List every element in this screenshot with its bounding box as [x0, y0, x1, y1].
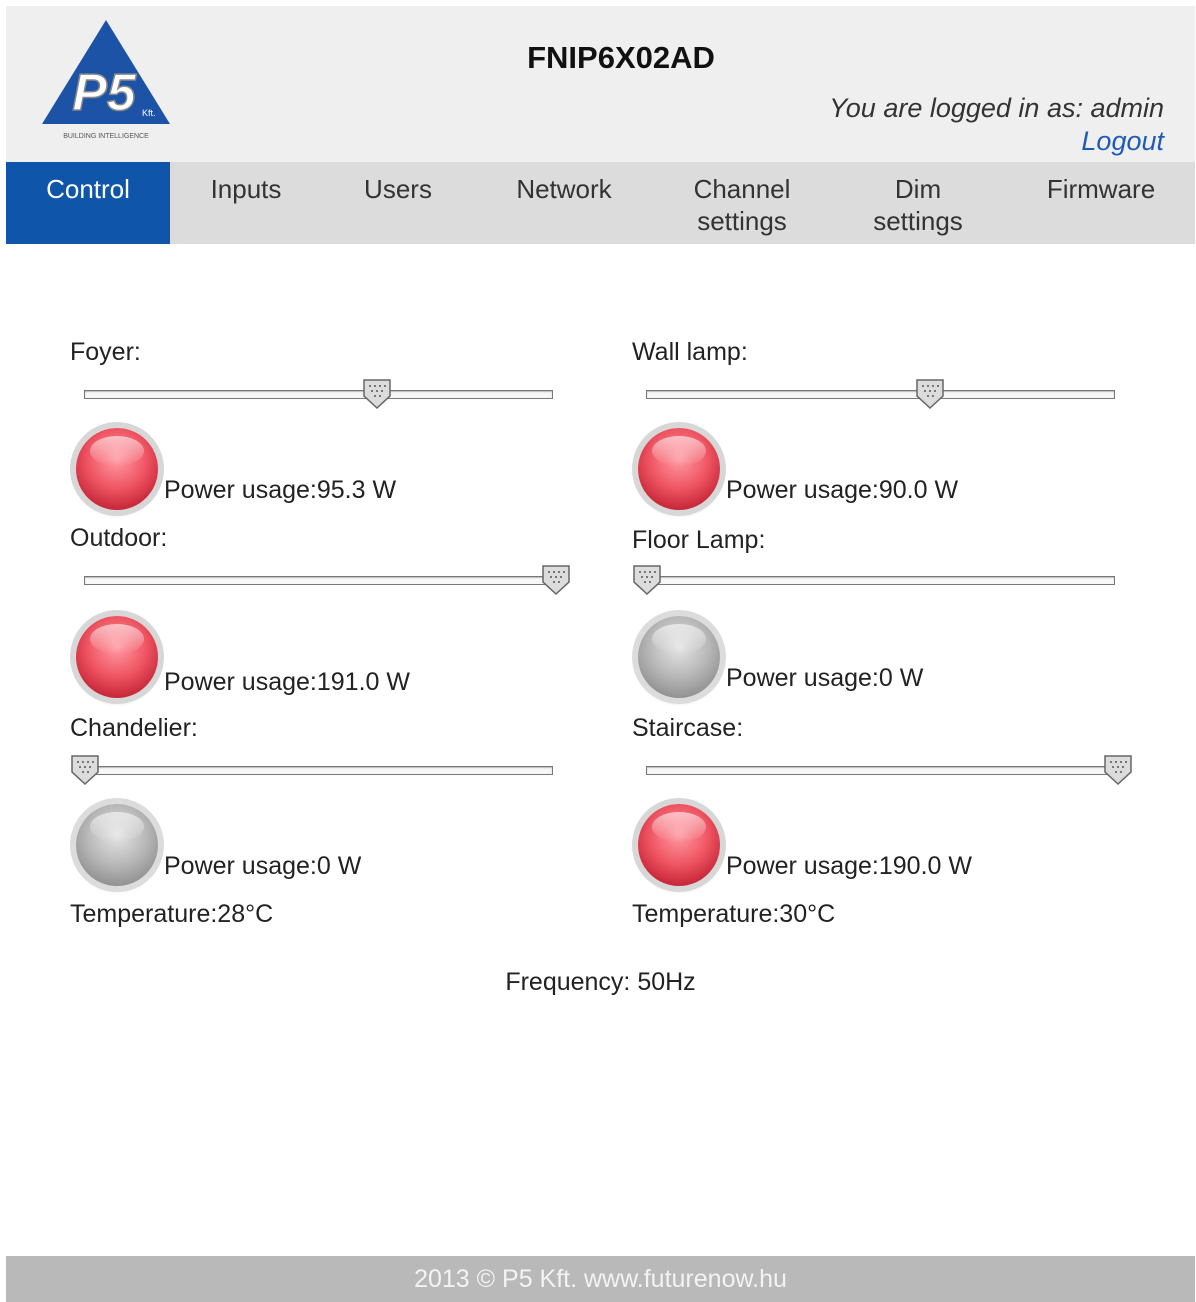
tab-network[interactable]: Network — [486, 162, 642, 244]
lamp-indicator-foyer[interactable] — [76, 428, 158, 510]
power-usage-foyer: Power usage:95.3 W — [164, 476, 396, 505]
power-usage-value: 190.0 W — [878, 852, 972, 880]
lamp-indicator-chandelier[interactable] — [76, 804, 158, 886]
slider-handle-floor-lamp[interactable] — [632, 564, 662, 596]
power-usage-label: Power usage: — [726, 476, 879, 504]
power-usage-label: Power usage: — [164, 668, 317, 696]
power-usage-label: Power usage: — [726, 852, 879, 880]
lamp-indicator-floor-lamp[interactable] — [638, 616, 720, 698]
power-usage-label: Power usage: — [164, 476, 317, 504]
tab-label: Users — [364, 174, 432, 204]
tab-inputs[interactable]: Inputs — [170, 162, 322, 244]
logout-link[interactable]: Logout — [1081, 126, 1164, 157]
logo-sub: Kft. — [142, 108, 156, 118]
temperature-right: Temperature:30°C — [632, 900, 836, 928]
tab-dim-settings[interactable]: Dim settings — [842, 162, 994, 244]
tab-channel-settings[interactable]: Channel settings — [654, 162, 830, 244]
tab-firmware[interactable]: Firmware — [1016, 162, 1186, 244]
lamp-indicator-outdoor[interactable] — [76, 616, 158, 698]
tab-label: Channel — [693, 174, 791, 204]
frequency-readout: Frequency: 50Hz — [505, 968, 696, 996]
tab-label: Dim — [894, 174, 942, 204]
dim-slider-floor-lamp[interactable] — [646, 576, 1115, 585]
power-usage-chandelier: Power usage:0 W — [164, 852, 361, 881]
dim-slider-outdoor[interactable] — [84, 576, 553, 585]
power-usage-wall-lamp: Power usage:90.0 W — [726, 476, 958, 505]
main-nav: Control Inputs Users Network Channel set… — [6, 162, 1195, 244]
header: P5 Kft. BUILDING INTELLIGENCE FNIP6X02AD… — [6, 6, 1195, 162]
lamp-indicator-staircase[interactable] — [638, 804, 720, 886]
tab-control[interactable]: Control — [6, 162, 170, 244]
logo-tagline: BUILDING INTELLIGENCE — [63, 133, 149, 140]
power-usage-value: 191.0 W — [316, 668, 410, 696]
power-usage-value: 95.3 W — [316, 476, 397, 504]
tab-label: Inputs — [210, 174, 282, 204]
slider-handle-outdoor[interactable] — [541, 564, 571, 596]
dim-slider-staircase[interactable] — [646, 766, 1115, 775]
channel-name-staircase: Staircase: — [632, 714, 744, 742]
logged-in-text: You are logged in as: admin — [829, 93, 1164, 123]
power-usage-value: 0 W — [878, 664, 924, 692]
power-usage-label: Power usage: — [726, 664, 879, 692]
channel-name-outdoor: Outdoor: — [70, 524, 168, 552]
channel-name-chandelier: Chandelier: — [70, 714, 198, 742]
dim-slider-foyer[interactable] — [84, 390, 553, 399]
power-usage-staircase: Power usage:190.0 W — [726, 852, 972, 881]
page-title: FNIP6X02AD — [527, 40, 715, 75]
tab-label: Firmware — [1046, 174, 1156, 204]
power-usage-label: Power usage: — [164, 852, 317, 880]
dim-slider-wall-lamp[interactable] — [646, 390, 1115, 399]
lamp-indicator-wall-lamp[interactable] — [638, 428, 720, 510]
tab-users[interactable]: Users — [322, 162, 474, 244]
tab-label: Control — [46, 174, 130, 204]
tab-label-line2: settings — [873, 206, 963, 236]
p5-logo: P5 Kft. BUILDING INTELLIGENCE — [42, 20, 170, 140]
dim-slider-chandelier[interactable] — [84, 766, 553, 775]
slider-handle-staircase[interactable] — [1103, 754, 1133, 786]
power-usage-outdoor: Power usage:191.0 W — [164, 668, 410, 697]
slider-handle-wall-lamp[interactable] — [915, 378, 945, 410]
tab-label: Network — [516, 174, 612, 204]
tab-label-line2: settings — [697, 206, 787, 236]
channel-name-wall-lamp: Wall lamp: — [632, 338, 748, 366]
power-usage-floor-lamp: Power usage:0 W — [726, 664, 923, 693]
slider-handle-foyer[interactable] — [362, 378, 392, 410]
temperature-left: Temperature:28°C — [70, 900, 274, 928]
power-usage-value: 0 W — [316, 852, 362, 880]
slider-handle-chandelier[interactable] — [70, 754, 100, 786]
channel-name-foyer: Foyer: — [70, 338, 141, 366]
power-usage-value: 90.0 W — [878, 476, 959, 504]
channel-name-floor-lamp: Floor Lamp: — [632, 526, 766, 554]
footer: 2013 © P5 Kft. www.futurenow.hu — [6, 1256, 1195, 1302]
